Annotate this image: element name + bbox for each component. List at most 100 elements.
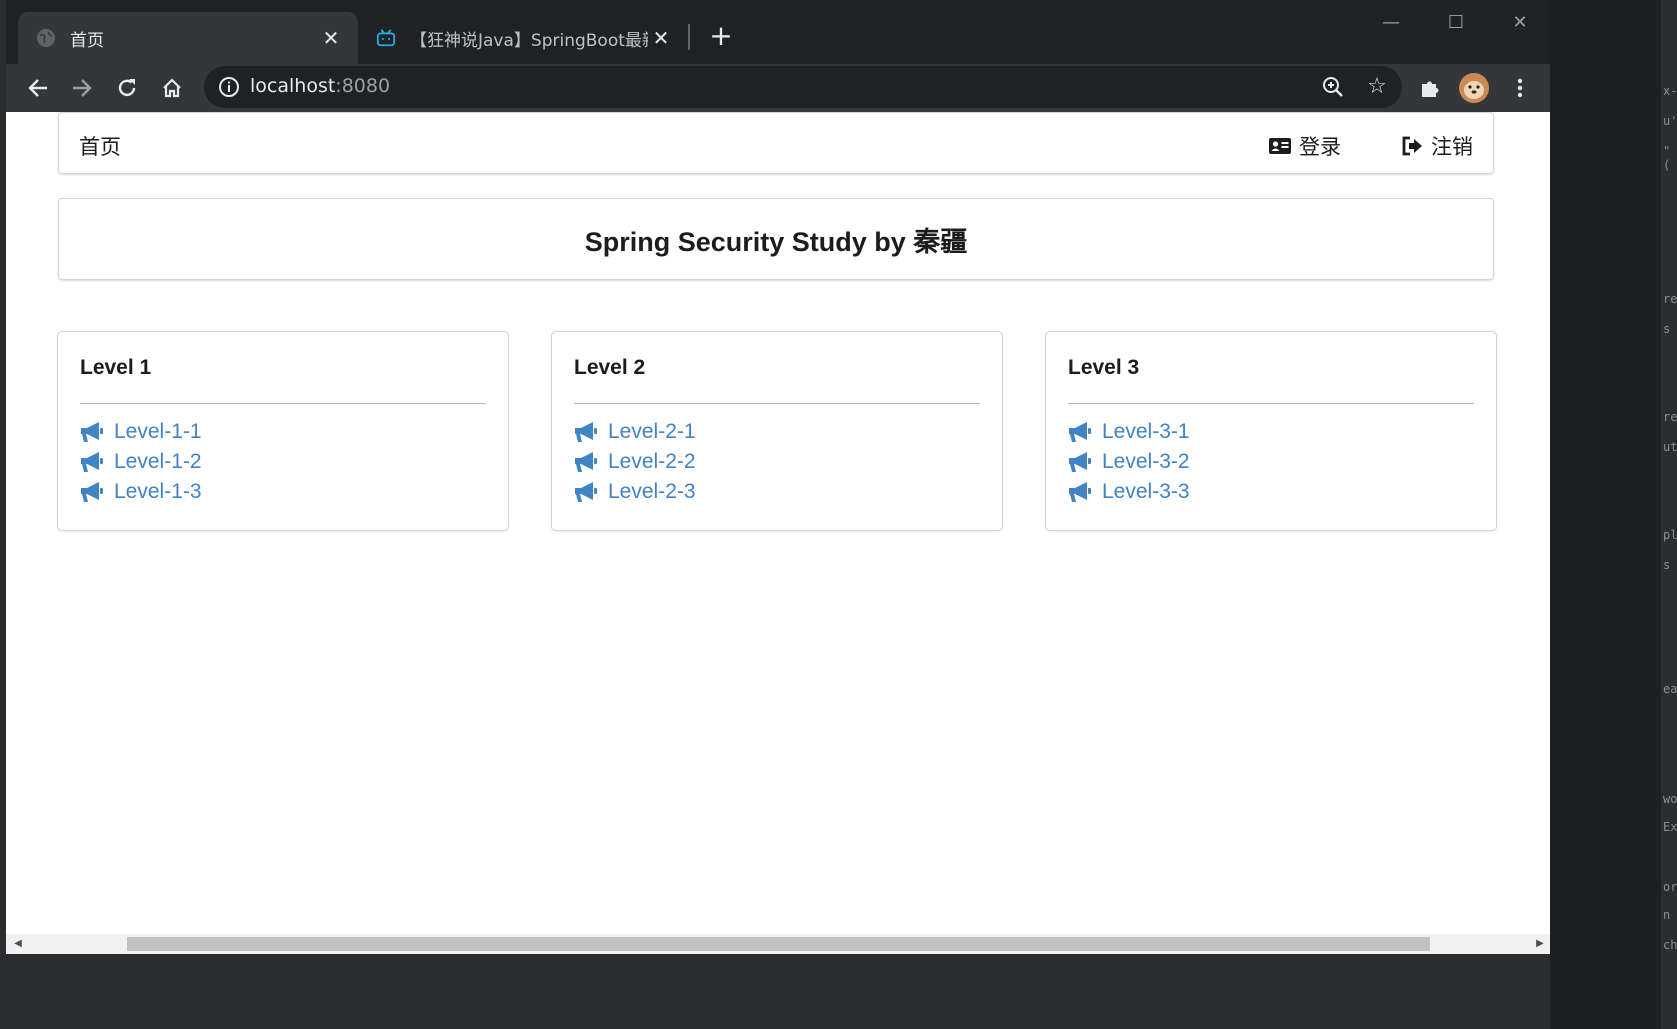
browser-window: 首页 ✕ 【狂神说Java】SpringBoot最新 ✕ + — ☐ ✕ loc…	[6, 0, 1550, 1029]
tab-home[interactable]: 首页 ✕	[18, 12, 358, 64]
browser-menu-button[interactable]	[1502, 70, 1538, 106]
home-icon	[163, 78, 181, 98]
divider	[80, 403, 486, 404]
level-title: Level 2	[574, 356, 646, 379]
level-card: Level 1 Level-1-1 Level-1-2 Level-1-3	[58, 332, 508, 530]
ide-code-fragment: pl	[1663, 528, 1677, 542]
home-button[interactable]	[154, 70, 190, 106]
level-link[interactable]: Level-2-1	[574, 420, 696, 444]
globe-icon	[37, 29, 55, 47]
logout-link[interactable]: 注销	[1401, 131, 1473, 161]
ide-code-fragment: Ex	[1663, 820, 1677, 834]
bullhorn-icon	[81, 422, 103, 442]
tab-strip: 首页 ✕ 【狂神说Java】SpringBoot最新 ✕ + — ☐ ✕	[6, 0, 1550, 64]
title-segment: Spring Security Study by 秦疆	[58, 198, 1494, 280]
level-card: Level 3 Level-3-1 Level-3-2 Level-3-3	[1046, 332, 1496, 530]
level-link-label: Level-2-2	[608, 450, 696, 473]
ide-code-fragment: s	[1663, 558, 1671, 572]
level-title: Level 3	[1068, 356, 1140, 379]
profile-button[interactable]	[1456, 70, 1492, 106]
level-link[interactable]: Level-1-2	[80, 450, 202, 474]
level-link-label: Level-2-1	[608, 420, 696, 443]
url-port: :8080	[335, 75, 391, 97]
ide-code-fragment: ch	[1663, 938, 1677, 952]
level-link[interactable]: Level-3-3	[1068, 480, 1190, 504]
id-card-icon	[1269, 138, 1291, 154]
bullhorn-icon	[575, 452, 597, 472]
level-link[interactable]: Level-1-1	[80, 420, 202, 444]
bullhorn-icon	[575, 482, 597, 502]
reload-icon	[118, 79, 136, 97]
bullhorn-icon	[81, 452, 103, 472]
ide-code-fragment: u'	[1663, 114, 1677, 128]
ide-code-fragment: re	[1663, 410, 1677, 424]
level-link[interactable]: Level-3-2	[1068, 450, 1190, 474]
minimize-button[interactable]: —	[1371, 10, 1411, 40]
nav-home-link[interactable]: 首页	[79, 131, 121, 161]
new-tab-button[interactable]: +	[706, 22, 736, 52]
close-window-button[interactable]: ✕	[1500, 10, 1540, 40]
level-title: Level 1	[80, 356, 152, 379]
extensions-button[interactable]	[1412, 70, 1448, 106]
bullhorn-icon	[1069, 482, 1091, 502]
scroll-right-arrow-icon[interactable]: ▶	[1534, 938, 1546, 950]
reload-button[interactable]	[109, 70, 145, 106]
level-link-label: Level-3-1	[1102, 420, 1190, 443]
level-link-label: Level-3-2	[1102, 450, 1190, 473]
login-label: 登录	[1299, 135, 1341, 159]
tab-separator	[688, 24, 690, 50]
scrollbar-thumb[interactable]	[127, 937, 1430, 951]
forward-button[interactable]	[64, 70, 100, 106]
star-icon[interactable]: ☆	[1364, 74, 1390, 100]
page-title: Spring Security Study by 秦疆	[584, 226, 968, 257]
horizontal-scrollbar[interactable]: ◀ ▶	[6, 934, 1550, 954]
bullhorn-icon	[575, 422, 597, 442]
login-link[interactable]: 登录	[1269, 131, 1341, 161]
level-link-label: Level-3-3	[1102, 480, 1190, 503]
level-link-label: Level-1-2	[114, 450, 202, 473]
ide-background-right: x- u' "( re s re ut pl s ea wo Ex or n c…	[1661, 0, 1677, 1029]
page-viewport: 首页 登录 注销 Spring Security Study by 秦疆 Lev…	[6, 112, 1550, 934]
ide-code-fragment: wo	[1663, 792, 1677, 806]
level-card: Level 2 Level-2-1 Level-2-2 Level-2-3	[552, 332, 1002, 530]
close-icon[interactable]: ✕	[648, 25, 674, 51]
browser-toolbar: localhost:8080 ☆	[6, 64, 1550, 112]
tab-bilibili[interactable]: 【狂神说Java】SpringBoot最新 ✕	[358, 12, 688, 64]
ide-code-fragment: or	[1663, 880, 1677, 894]
level-link-label: Level-1-3	[114, 480, 202, 503]
ide-code-fragment: s	[1663, 322, 1671, 336]
zoom-icon[interactable]	[1320, 74, 1346, 100]
level-link[interactable]: Level-1-3	[80, 480, 202, 504]
forward-arrow-icon	[73, 79, 92, 97]
ide-code-fragment: x-	[1663, 84, 1677, 98]
scroll-left-arrow-icon[interactable]: ◀	[12, 938, 24, 950]
ide-background-bottom	[6, 954, 1550, 1029]
ide-code-fragment: re	[1663, 292, 1677, 306]
maximize-button[interactable]: ☐	[1436, 10, 1476, 40]
level-link[interactable]: Level-3-1	[1068, 420, 1190, 444]
bilibili-icon	[376, 29, 396, 47]
back-arrow-icon	[28, 79, 47, 97]
url-text[interactable]: localhost:8080	[250, 75, 390, 97]
level-link-label: Level-1-1	[114, 420, 202, 443]
level-link[interactable]: Level-2-3	[574, 480, 696, 504]
extensions-icon	[1422, 81, 1439, 97]
close-icon[interactable]: ✕	[318, 25, 344, 51]
divider	[1068, 403, 1474, 404]
url-host: localhost	[250, 75, 336, 97]
ide-code-fragment: "(	[1663, 144, 1671, 172]
info-icon[interactable]	[218, 76, 240, 98]
ide-code-fragment: n	[1663, 908, 1671, 922]
level-link-label: Level-2-3	[608, 480, 696, 503]
bullhorn-icon	[81, 482, 103, 502]
divider	[574, 403, 980, 404]
address-bar[interactable]: localhost:8080 ☆	[204, 66, 1402, 108]
profile-avatar	[1459, 73, 1489, 103]
top-nav-menu: 首页 登录 注销	[58, 112, 1494, 174]
back-button[interactable]	[20, 70, 56, 106]
level-link[interactable]: Level-2-2	[574, 450, 696, 474]
bullhorn-icon	[1069, 452, 1091, 472]
logout-label: 注销	[1431, 135, 1473, 159]
bullhorn-icon	[1069, 422, 1091, 442]
ide-code-fragment: ut	[1663, 440, 1677, 454]
